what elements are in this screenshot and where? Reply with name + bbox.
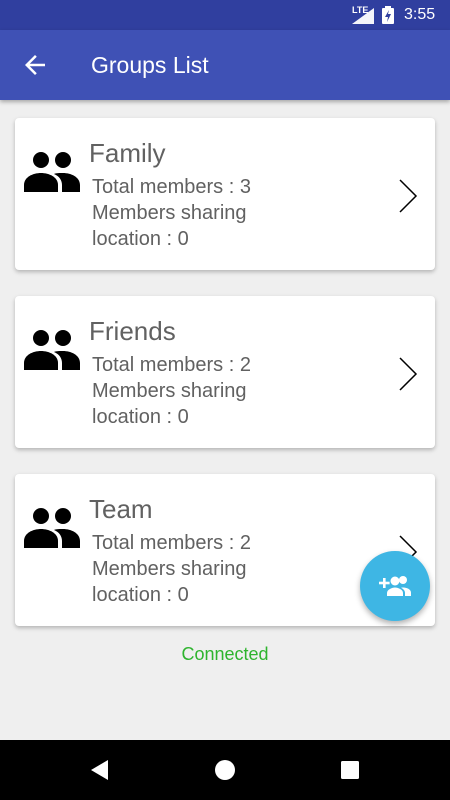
connection-status: Connected — [181, 644, 269, 664]
group-card-family[interactable]: Family Total members : 3 Members sharing… — [15, 118, 435, 270]
members-sharing-value: location : 0 — [92, 228, 189, 250]
clock: 3:55 — [404, 6, 436, 23]
chevron-right-icon — [399, 357, 418, 391]
group-card-friends[interactable]: Friends Total members : 2 Members sharin… — [15, 296, 435, 448]
members-sharing-value: location : 0 — [92, 406, 189, 428]
group-name: Friends — [89, 316, 176, 346]
page-title: Groups List — [91, 52, 209, 78]
members-sharing-value: location : 0 — [92, 584, 189, 606]
status-bar: LTE 3:55 — [0, 0, 450, 30]
group-icon — [24, 152, 80, 192]
add-group-button[interactable] — [360, 551, 430, 621]
group-name: Family — [89, 138, 166, 168]
total-members: Total members : 2 — [92, 532, 251, 554]
battery-charging-icon — [382, 6, 394, 24]
members-sharing-label: Members sharing — [92, 558, 247, 580]
group-icon — [24, 330, 80, 370]
recents-nav-icon[interactable] — [338, 758, 362, 782]
total-members: Total members : 2 — [92, 354, 251, 376]
chevron-right-icon — [399, 179, 418, 213]
app-bar: Groups List — [0, 30, 450, 100]
group-name: Team — [89, 494, 153, 524]
home-nav-icon[interactable] — [213, 758, 237, 782]
back-nav-icon[interactable] — [88, 758, 112, 782]
group-icon — [24, 508, 80, 548]
members-sharing-label: Members sharing — [92, 380, 247, 402]
signal-icon — [352, 8, 374, 24]
navigation-bar — [0, 740, 450, 800]
group-add-icon — [379, 576, 411, 596]
members-sharing-label: Members sharing — [92, 202, 247, 224]
arrow-back-icon[interactable] — [20, 50, 50, 80]
total-members: Total members : 3 — [92, 176, 251, 198]
